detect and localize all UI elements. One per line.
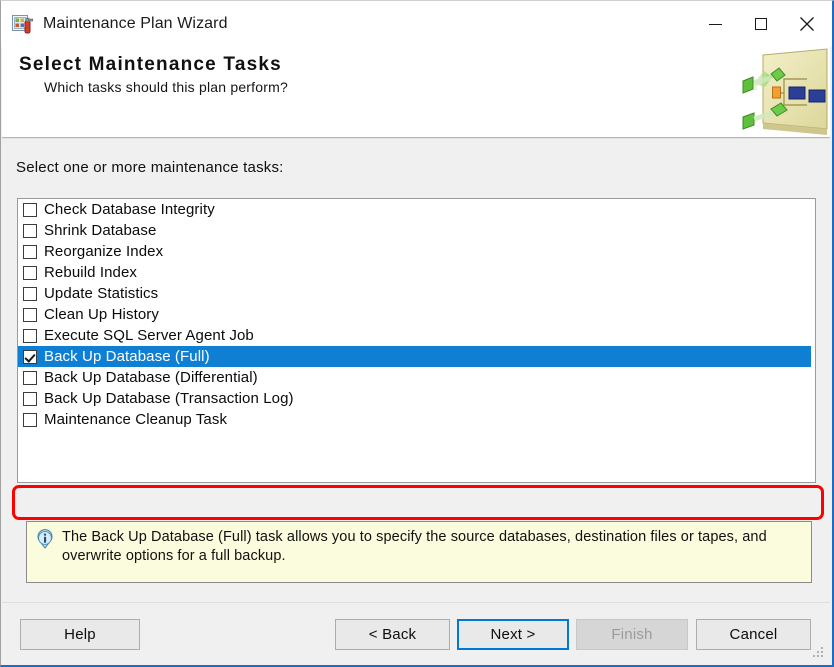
task-label: Clean Up History <box>44 306 159 323</box>
page-title: Select Maintenance Tasks <box>19 54 282 75</box>
task-label: Reorganize Index <box>44 243 164 260</box>
task-checkbox[interactable] <box>23 286 37 301</box>
task-checkbox[interactable] <box>23 223 37 238</box>
wizard-window: Maintenance Plan Wizard Select Maintenan… <box>0 0 834 667</box>
maintenance-plan-icon <box>12 13 34 35</box>
task-description-text: The Back Up Database (Full) task allows … <box>62 529 767 564</box>
title-bar[interactable]: Maintenance Plan Wizard <box>1 1 832 47</box>
header-divider <box>2 138 830 139</box>
task-list-item[interactable]: Back Up Database (Full) <box>18 346 811 367</box>
task-label: Execute SQL Server Agent Job <box>44 327 254 344</box>
help-button[interactable]: Help <box>20 619 140 650</box>
task-checkbox[interactable] <box>23 349 37 364</box>
maintenance-task-list[interactable]: Check Database Integrity Shrink Database R… <box>17 198 816 483</box>
information-icon <box>35 529 55 549</box>
task-list-item[interactable]: Reorganize Index <box>18 241 815 262</box>
window-controls <box>692 1 830 47</box>
task-list-item[interactable]: Shrink Database <box>18 220 815 241</box>
window-title: Maintenance Plan Wizard <box>43 15 228 32</box>
grip-dot <box>813 655 815 657</box>
back-button[interactable]: < Back <box>335 619 450 650</box>
wizard-header: Select Maintenance Tasks Which tasks sho… <box>2 47 830 138</box>
minimize-icon[interactable] <box>692 1 738 47</box>
task-checkbox[interactable] <box>23 244 37 259</box>
task-checkbox[interactable] <box>23 391 37 406</box>
maximize-icon[interactable] <box>738 1 784 47</box>
grip-dot <box>821 647 823 649</box>
task-label: Check Database Integrity <box>44 201 215 218</box>
wizard-footer: Help < Back Next > Finish Cancel <box>2 602 830 663</box>
task-description-panel: The Back Up Database (Full) task allows … <box>26 521 812 583</box>
task-list-item[interactable]: Execute SQL Server Agent Job <box>18 325 815 346</box>
task-list-item[interactable]: Check Database Integrity <box>18 199 815 220</box>
highlight-annotation <box>12 485 824 520</box>
maintenance-plan-diagram-art <box>727 47 830 137</box>
task-checkbox[interactable] <box>23 328 37 343</box>
task-label: Rebuild Index <box>44 264 138 281</box>
task-checkbox[interactable] <box>23 370 37 385</box>
task-label: Update Statistics <box>44 285 159 302</box>
task-checkbox[interactable] <box>23 307 37 322</box>
task-checkbox[interactable] <box>23 202 37 217</box>
task-label: Back Up Database (Differential) <box>44 369 258 386</box>
task-label: Back Up Database (Full) <box>44 348 210 365</box>
task-label: Shrink Database <box>44 222 157 239</box>
task-list-item[interactable]: Back Up Database (Transaction Log) <box>18 388 815 409</box>
resize-grip[interactable] <box>813 647 825 659</box>
task-list-label: Select one or more maintenance tasks: <box>16 159 284 176</box>
grip-dot <box>821 655 823 657</box>
page-subtitle: Which tasks should this plan perform? <box>44 79 288 95</box>
close-icon[interactable] <box>784 1 830 47</box>
task-list-item[interactable]: Maintenance Cleanup Task <box>18 409 815 430</box>
grip-dot <box>817 655 819 657</box>
task-list-item[interactable]: Back Up Database (Differential) <box>18 367 815 388</box>
grip-dot <box>821 651 823 653</box>
task-list-item[interactable]: Update Statistics <box>18 283 815 304</box>
task-list-item[interactable]: Clean Up History <box>18 304 815 325</box>
task-checkbox[interactable] <box>23 412 37 427</box>
next-button[interactable]: Next > <box>457 619 569 650</box>
cancel-button[interactable]: Cancel <box>696 619 811 650</box>
task-label: Back Up Database (Transaction Log) <box>44 390 294 407</box>
wizard-body: Select one or more maintenance tasks: Ch… <box>2 140 830 603</box>
finish-button: Finish <box>576 619 688 650</box>
task-checkbox[interactable] <box>23 265 37 280</box>
grip-dot <box>817 651 819 653</box>
task-label: Maintenance Cleanup Task <box>44 411 228 428</box>
task-list-item[interactable]: Rebuild Index <box>18 262 815 283</box>
